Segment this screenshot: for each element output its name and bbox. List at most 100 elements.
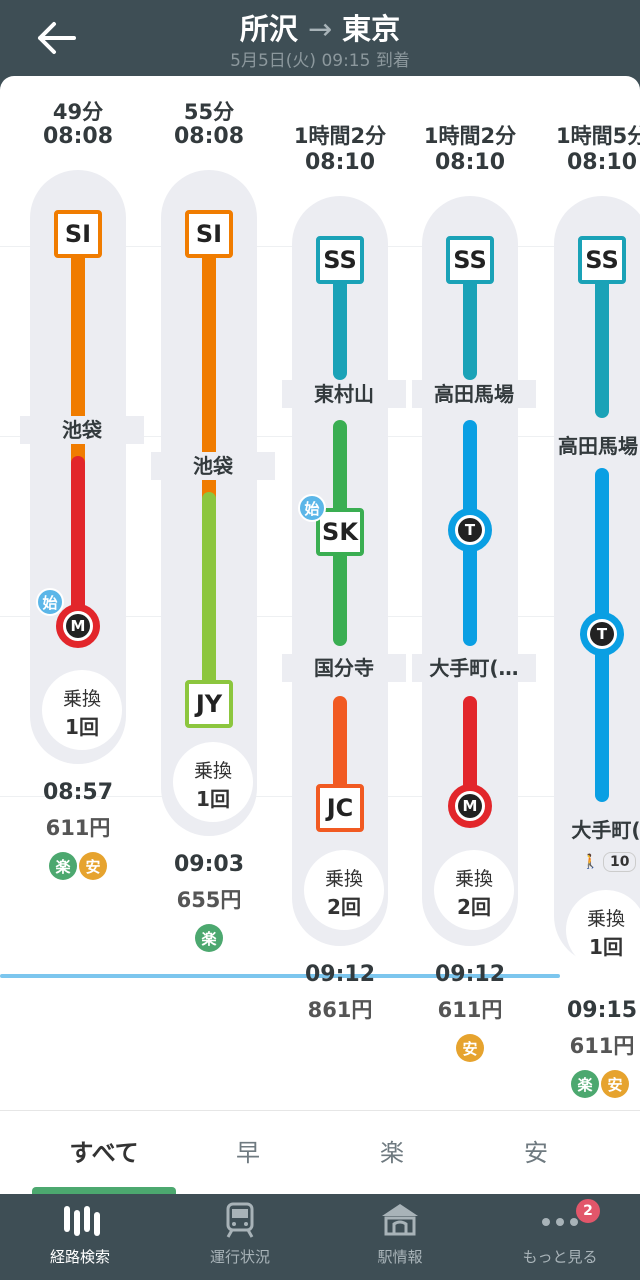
fare: 861円 bbox=[307, 998, 373, 1022]
transfer-count: 乗換 1回 bbox=[566, 890, 640, 970]
walk-time: 🚶 10 bbox=[574, 852, 640, 872]
route-arrow: → bbox=[307, 12, 333, 46]
route-card-3[interactable]: 1時間2分 08:10 SS 東村山 SK 始 国分寺 JC 乗換 2回 09:1… bbox=[282, 76, 406, 1176]
line-yamanote bbox=[202, 492, 216, 692]
tag-raku: 楽 bbox=[49, 852, 77, 880]
nav-label: 駅情報 bbox=[377, 1248, 423, 1266]
line-badge-t: T bbox=[580, 612, 624, 656]
walk-minutes: 10 bbox=[602, 852, 637, 872]
route-card-2[interactable]: 55分 08:08 SI 池袋 JY 乗換 1回 09:03 655円 楽 bbox=[151, 76, 275, 1176]
arrival-time: 09:12 bbox=[304, 962, 376, 987]
line-badge-si: SI bbox=[54, 210, 102, 258]
line-badge-m-label: M bbox=[458, 794, 482, 818]
line-badge-si: SI bbox=[185, 210, 233, 258]
line-badge-m-label: M bbox=[66, 614, 90, 638]
first-train-badge: 始 bbox=[298, 494, 326, 522]
route-tags: 楽安 bbox=[570, 1070, 640, 1098]
route-results[interactable]: 49分 08:08 SI 池袋 M 始 乗換 1回 08:57 611円 楽安 5… bbox=[0, 76, 640, 1194]
route-title: 所沢 → 東京 bbox=[0, 6, 640, 48]
route-duration: 55分 bbox=[183, 100, 235, 124]
arrival-time: 08:57 bbox=[42, 780, 114, 805]
transfer-station-2: 大手町(… bbox=[554, 816, 640, 844]
route-search-icon bbox=[64, 1206, 100, 1236]
route-card-4[interactable]: 1時間2分 08:10 SS 高田馬場 T 大手町(… M 乗換 2回 09:12… bbox=[412, 76, 536, 1176]
nav-label: もっと見る bbox=[522, 1248, 598, 1266]
route-tags: 楽 bbox=[157, 924, 261, 952]
transfer-count: 乗換 1回 bbox=[173, 742, 253, 822]
transfer-station: 池袋 bbox=[20, 416, 144, 444]
transfer-station-1: 高田馬場 bbox=[558, 432, 640, 460]
header-bar: 所沢 → 東京 5月5日(火) 09:15 到着 bbox=[0, 0, 640, 76]
route-tags: 楽安 bbox=[26, 852, 130, 880]
first-train-badge: 始 bbox=[36, 588, 64, 616]
arrival-time: 09:15 bbox=[566, 998, 638, 1023]
route-card-1[interactable]: 49分 08:08 SI 池袋 M 始 乗換 1回 08:57 611円 楽安 bbox=[20, 76, 144, 1176]
line-badge-ss: SS bbox=[578, 236, 626, 284]
tag-raku: 楽 bbox=[195, 924, 223, 952]
route-diagram: SS 東村山 SK 始 国分寺 JC 乗換 2回 bbox=[282, 196, 406, 946]
train-icon bbox=[226, 1202, 254, 1238]
route-diagram: SI 池袋 M 始 乗換 1回 bbox=[20, 170, 144, 764]
line-badge-m: M bbox=[448, 784, 492, 828]
fare: 655円 bbox=[176, 888, 242, 912]
nav-route-search[interactable]: 経路検索 bbox=[0, 1194, 160, 1280]
arrival-condition: 5月5日(火) 09:15 到着 bbox=[230, 51, 410, 71]
departure-time: 08:10 bbox=[434, 150, 506, 175]
line-badge-t-label: T bbox=[458, 518, 482, 542]
transfer-station-1: 東村山 bbox=[282, 380, 406, 408]
transfer-count: 乗換 1回 bbox=[42, 670, 122, 750]
line-marunouchi bbox=[71, 456, 85, 626]
transfer-station-1: 高田馬場 bbox=[412, 380, 536, 408]
route-diagram: SS 高田馬場 T 大手町(… 🚶10 乗換1回 bbox=[554, 196, 640, 970]
departure-time: 08:08 bbox=[173, 124, 245, 149]
line-badge-t-label: T bbox=[590, 622, 614, 646]
line-badge-m: M bbox=[56, 604, 100, 648]
filter-tabs: すべて 早 楽 安 bbox=[0, 1110, 640, 1195]
tag-yasu: 安 bbox=[79, 852, 107, 880]
tag-yasu: 安 bbox=[456, 1034, 484, 1062]
nav-more[interactable]: 2 もっと見る bbox=[480, 1194, 640, 1280]
tab-fast[interactable]: 早 bbox=[168, 1133, 328, 1168]
arrival-time: 09:03 bbox=[173, 852, 245, 877]
nav-label: 運行状況 bbox=[209, 1248, 270, 1266]
line-badge-t: T bbox=[448, 508, 492, 552]
station-icon bbox=[382, 1204, 418, 1236]
transfer-station: 池袋 bbox=[151, 452, 275, 480]
walk-icon: 🚶 bbox=[581, 854, 599, 870]
nav-station-info[interactable]: 駅情報 bbox=[320, 1194, 480, 1280]
transfer-station-2: 国分寺 bbox=[282, 654, 406, 682]
fare: 611円 bbox=[437, 998, 503, 1022]
tag-yasu: 安 bbox=[601, 1070, 629, 1098]
route-duration: 1時間2分 bbox=[423, 124, 517, 148]
tag-raku: 楽 bbox=[571, 1070, 599, 1098]
route-card-5[interactable]: 1時間5分 08:10 SS 高田馬場 T 大手町(… 🚶10 乗換1回 09:… bbox=[550, 76, 640, 1176]
route-diagram: SI 池袋 JY 乗換 1回 bbox=[151, 170, 275, 836]
route-duration: 1時間2分 bbox=[293, 124, 387, 148]
route-duration: 49分 bbox=[52, 100, 104, 124]
transfer-count: 乗換 2回 bbox=[304, 850, 384, 930]
origin-station: 所沢 bbox=[239, 12, 298, 46]
more-icon bbox=[542, 1218, 578, 1226]
line-badge-jy: JY bbox=[185, 680, 233, 728]
line-badge-ss: SS bbox=[446, 236, 494, 284]
tab-easy[interactable]: 楽 bbox=[312, 1133, 472, 1168]
transfer-station-2: 大手町(… bbox=[412, 654, 536, 682]
destination-station: 東京 bbox=[342, 12, 401, 46]
departure-time: 08:10 bbox=[566, 150, 638, 175]
departure-time: 08:10 bbox=[304, 150, 376, 175]
fare: 611円 bbox=[45, 816, 111, 840]
line-badge-jc: JC bbox=[316, 784, 364, 832]
transfer-count: 乗換 2回 bbox=[434, 850, 514, 930]
arrival-time: 09:12 bbox=[434, 962, 506, 987]
departure-time: 08:08 bbox=[42, 124, 114, 149]
route-tags: 安 bbox=[418, 1034, 522, 1062]
route-diagram: SS 高田馬場 T 大手町(… M 乗換 2回 bbox=[412, 196, 536, 946]
nav-label: 経路検索 bbox=[49, 1248, 110, 1266]
nav-service-status[interactable]: 運行状況 bbox=[160, 1194, 320, 1280]
tab-cheap[interactable]: 安 bbox=[456, 1133, 616, 1168]
route-duration: 1時間5分 bbox=[556, 124, 640, 148]
bottom-navigation: 経路検索 運行状況 駅情報 2 もっと見る bbox=[0, 1194, 640, 1280]
line-badge-ss: SS bbox=[316, 236, 364, 284]
tab-all[interactable]: すべて bbox=[24, 1133, 184, 1168]
notification-badge: 2 bbox=[576, 1199, 600, 1223]
